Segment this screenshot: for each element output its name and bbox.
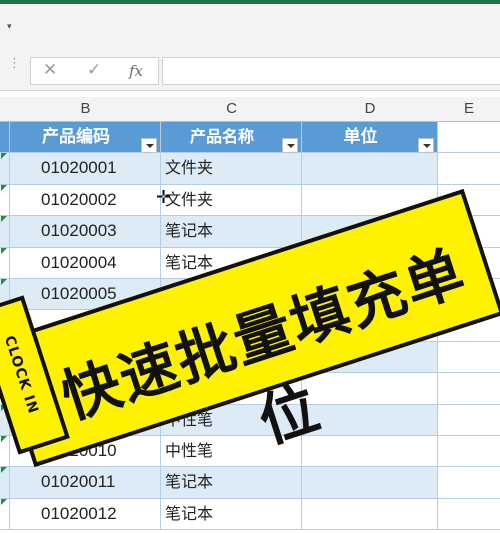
formula-input[interactable] [162,57,500,85]
column-header-c[interactable]: C [161,97,303,122]
table-row: 01020001 文件夹 [0,153,500,185]
header-code-label: 产品编码 [42,127,110,147]
error-indicator-icon [1,467,7,474]
cell[interactable] [0,122,10,153]
header-cell-name[interactable]: 产品名称 [161,122,302,153]
cell[interactable] [438,122,500,153]
table-row: 01020012 笔记本 [0,498,500,531]
cell-code[interactable]: 01020004 [10,247,161,278]
cell[interactable] [438,498,500,530]
error-indicator-icon [1,247,7,254]
cell-code[interactable]: 01020003 [10,216,161,247]
error-indicator-icon [1,216,7,223]
quick-access-toolbar: ▾ [0,4,500,51]
cell[interactable] [438,435,500,467]
table-header-row: 产品编码 产品名称 单位 [0,122,500,154]
cell-code[interactable]: 01020001 [10,153,161,184]
enter-icon[interactable]: ✓ [87,60,101,80]
cell-cursor-icon: ✛ [156,187,172,208]
cell[interactable] [0,498,10,530]
cell[interactable] [0,153,10,184]
cell-name[interactable]: 笔记本 [161,216,302,247]
cell[interactable] [438,404,500,435]
error-indicator-icon [1,278,7,285]
error-indicator-icon [1,498,7,505]
stamp-label: CLOCK IN [0,333,42,417]
formula-bar-buttons: ✕ ✓ fx [30,57,159,85]
header-name-label: 产品名称 [189,127,254,146]
filter-dropdown-icon[interactable] [418,138,434,153]
insert-function-icon[interactable]: fx [129,62,143,80]
cell-unit[interactable] [302,498,438,530]
error-indicator-icon [1,435,7,442]
error-indicator-icon [1,184,7,191]
filter-dropdown-icon[interactable] [282,138,298,153]
cell-name[interactable]: 文件夹 [161,153,302,184]
header-cell-code[interactable]: 产品编码 [10,122,161,153]
column-header-e[interactable]: E [438,97,500,122]
cell[interactable] [0,467,10,498]
cell[interactable] [0,435,10,467]
cell[interactable] [0,247,10,278]
filter-dropdown-icon[interactable] [141,138,157,153]
header-unit-label: 单位 [343,127,378,147]
cell[interactable] [0,216,10,247]
cell[interactable] [438,467,500,498]
cell-unit[interactable] [302,153,438,184]
cell[interactable] [438,153,500,184]
cell-unit[interactable] [302,467,438,498]
cancel-icon[interactable]: ✕ [43,60,57,80]
error-indicator-icon [1,153,7,160]
cell-name[interactable]: 笔记本 [161,498,302,530]
cell-name[interactable]: 文件夹 [161,184,302,216]
formula-bar: ⋮ ✕ ✓ fx [0,50,500,91]
resize-grip-icon[interactable]: ⋮ [8,57,21,70]
customize-toolbar-icon[interactable]: ▾ [7,22,12,32]
column-header-b[interactable]: B [10,97,162,122]
cell[interactable] [0,184,10,216]
cell-code[interactable]: 01020002 [10,184,161,216]
header-cell-unit[interactable]: 单位 [302,122,438,153]
column-header-d[interactable]: D [302,97,439,122]
